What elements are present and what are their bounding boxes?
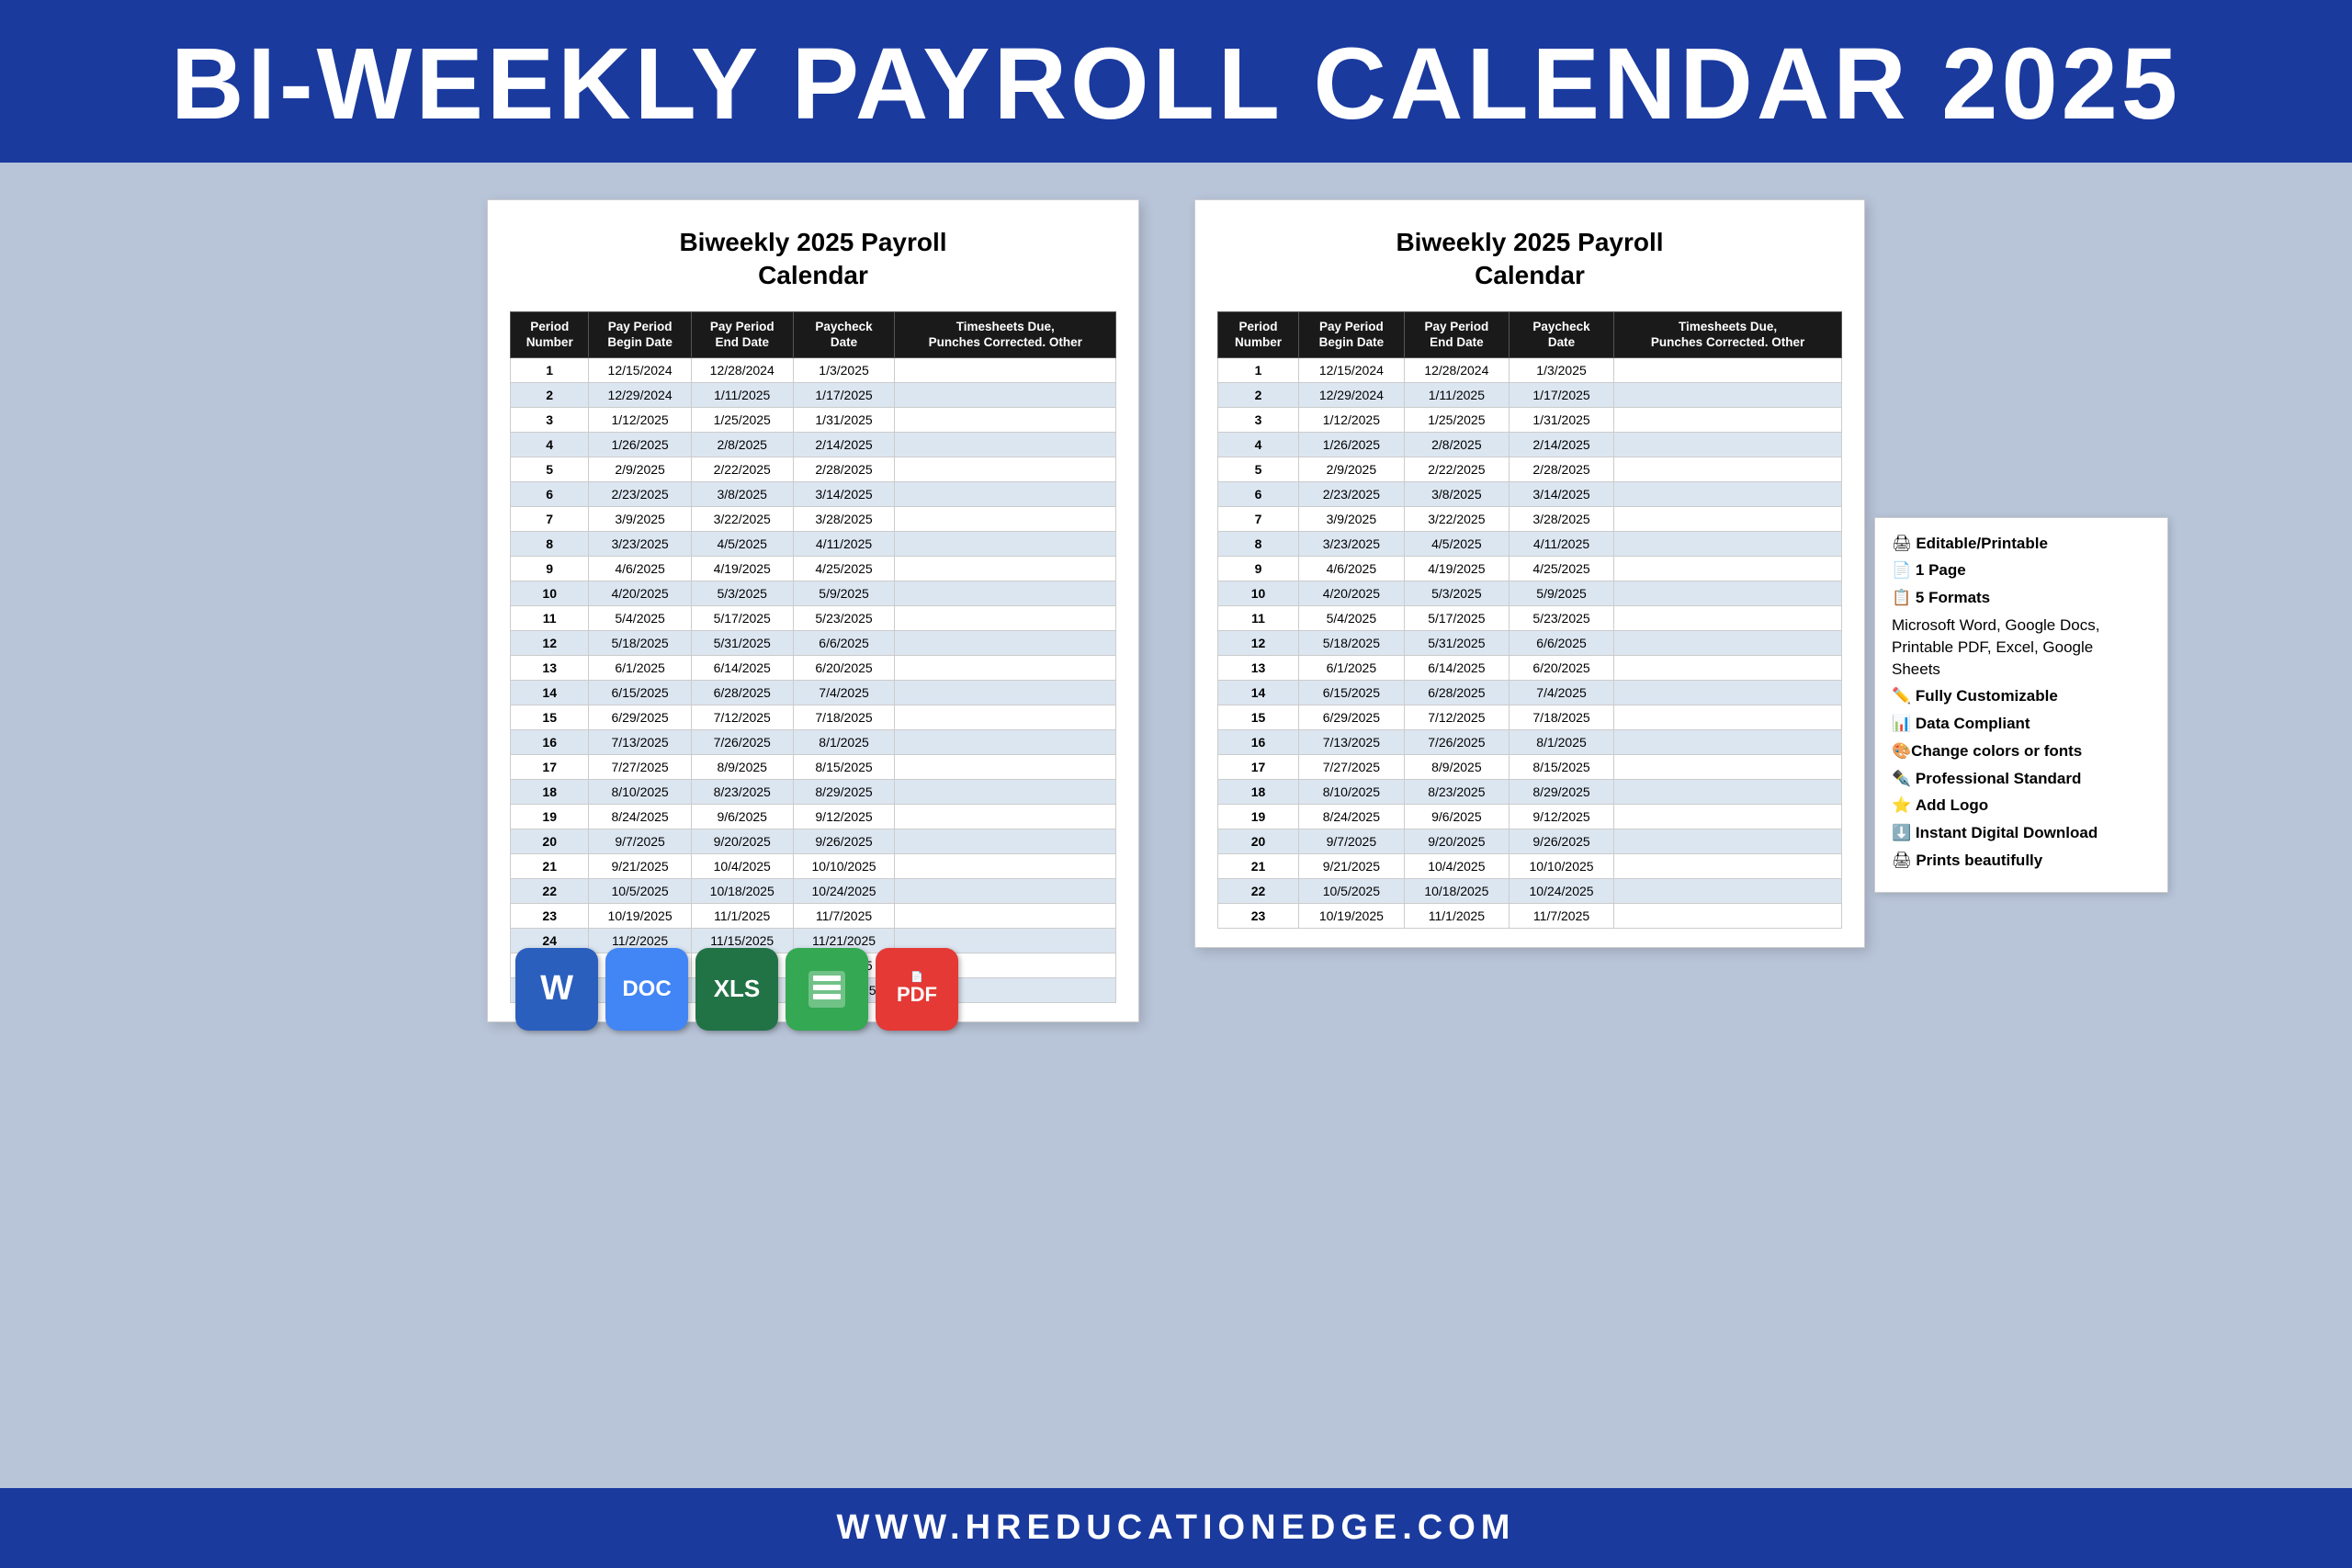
word-icon: W — [515, 948, 598, 1031]
table-row: 146/15/20256/28/20257/4/2025 — [1218, 680, 1842, 705]
calendar-1-title: Biweekly 2025 PayrollCalendar — [510, 226, 1116, 293]
payroll-table-2: PeriodNumber Pay PeriodBegin Date Pay Pe… — [1217, 311, 1842, 929]
table-row: 219/21/202510/4/202510/10/2025 — [1218, 853, 1842, 878]
table-row: 62/23/20253/8/20253/14/2025 — [511, 481, 1116, 506]
info-box: 🖨 Editable/Printable 📄 1 Page 📋 5 Format… — [1874, 517, 2168, 893]
table-row: 62/23/20253/8/20253/14/2025 — [1218, 481, 1842, 506]
table-row: 73/9/20253/22/20253/28/2025 — [1218, 506, 1842, 531]
table-row: 112/15/202412/28/20241/3/2025 — [511, 357, 1116, 382]
table-row: 212/29/20241/11/20251/17/2025 — [1218, 382, 1842, 407]
col2-paycheck: PaycheckDate — [1509, 311, 1613, 357]
payroll-table-1: PeriodNumber Pay PeriodBegin Date Pay Pe… — [510, 311, 1116, 1003]
table-row: 94/6/20254/19/20254/25/2025 — [1218, 556, 1842, 581]
table-row: 41/26/20252/8/20252/14/2025 — [511, 432, 1116, 457]
col-timesheets: Timesheets Due,Punches Corrected. Other — [895, 311, 1116, 357]
table-row: 212/29/20241/11/20251/17/2025 — [511, 382, 1116, 407]
table-row: 2210/5/202510/18/202510/24/2025 — [511, 878, 1116, 903]
format-icons: W DOC XLS 📄 PDF — [515, 948, 958, 1031]
col2-timesheets: Timesheets Due,Punches Corrected. Other — [1614, 311, 1842, 357]
table-row: 115/4/20255/17/20255/23/2025 — [511, 605, 1116, 630]
table-row: 2310/19/202511/1/202511/7/2025 — [511, 903, 1116, 928]
info-formats-detail: Microsoft Word, Google Docs,Printable PD… — [1892, 615, 2151, 680]
calendar-card-1: Biweekly 2025 PayrollCalendar PeriodNumb… — [487, 199, 1139, 1022]
table-row: 31/12/20251/25/20251/31/2025 — [511, 407, 1116, 432]
table-row: 112/15/202412/28/20241/3/2025 — [1218, 357, 1842, 382]
table-row: 177/27/20258/9/20258/15/2025 — [511, 754, 1116, 779]
info-editable: 🖨 Editable/Printable — [1892, 533, 2151, 555]
info-compliant: 📊 Data Compliant — [1892, 713, 2151, 735]
table-row: 94/6/20254/19/20254/25/2025 — [511, 556, 1116, 581]
table-row: 2310/19/202511/1/202511/7/2025 — [1218, 903, 1842, 928]
calendar-card-2: Biweekly 2025 PayrollCalendar PeriodNumb… — [1194, 199, 1865, 948]
calendar-2-title: Biweekly 2025 PayrollCalendar — [1217, 226, 1842, 293]
table-row: 219/21/202510/4/202510/10/2025 — [511, 853, 1116, 878]
table-row: 115/4/20255/17/20255/23/2025 — [1218, 605, 1842, 630]
col2-end: Pay PeriodEnd Date — [1404, 311, 1509, 357]
pdf-icon: 📄 PDF — [876, 948, 958, 1031]
table-row: 188/10/20258/23/20258/29/2025 — [1218, 779, 1842, 804]
table-row: 198/24/20259/6/20259/12/2025 — [1218, 804, 1842, 829]
table-row: 125/18/20255/31/20256/6/2025 — [511, 630, 1116, 655]
table-row: 177/27/20258/9/20258/15/2025 — [1218, 754, 1842, 779]
table-row: 167/13/20257/26/20258/1/2025 — [1218, 729, 1842, 754]
table-row: 167/13/20257/26/20258/1/2025 — [511, 729, 1116, 754]
col-paycheck: PaycheckDate — [793, 311, 895, 357]
table-row: 41/26/20252/8/20252/14/2025 — [1218, 432, 1842, 457]
info-logo: ⭐ Add Logo — [1892, 795, 2151, 817]
page-title: BI-WEEKLY PAYROLL CALENDAR 2025 — [18, 26, 2334, 142]
info-formats: 📋 5 Formats — [1892, 587, 2151, 609]
table-row: 52/9/20252/22/20252/28/2025 — [1218, 457, 1842, 481]
info-professional: ✒️ Professional Standard — [1892, 768, 2151, 790]
info-download: ⬇️ Instant Digital Download — [1892, 822, 2151, 844]
info-prints: 🖨 Prints beautifully — [1892, 850, 2151, 872]
table-row: 136/1/20256/14/20256/20/2025 — [1218, 655, 1842, 680]
col2-period: PeriodNumber — [1218, 311, 1299, 357]
sheets-icon — [786, 948, 868, 1031]
table-row: 156/29/20257/12/20257/18/2025 — [1218, 705, 1842, 729]
table-row: 125/18/20255/31/20256/6/2025 — [1218, 630, 1842, 655]
info-pages: 📄 1 Page — [1892, 559, 2151, 581]
table-row: 83/23/20254/5/20254/11/2025 — [1218, 531, 1842, 556]
footer-url: WWW.HREDUCATIONEDGE.COM — [18, 1508, 2334, 1548]
table-row: 209/7/20259/20/20259/26/2025 — [511, 829, 1116, 853]
table-row: 104/20/20255/3/20255/9/2025 — [1218, 581, 1842, 605]
col-period: PeriodNumber — [511, 311, 589, 357]
info-customizable: ✏️ Fully Customizable — [1892, 685, 2151, 707]
xls-icon: XLS — [695, 948, 778, 1031]
table-row: 136/1/20256/14/20256/20/2025 — [511, 655, 1116, 680]
table-row: 2210/5/202510/18/202510/24/2025 — [1218, 878, 1842, 903]
second-card-wrapper: Biweekly 2025 PayrollCalendar PeriodNumb… — [1194, 199, 1865, 948]
main-content: Biweekly 2025 PayrollCalendar PeriodNumb… — [0, 163, 2352, 1488]
col-end: Pay PeriodEnd Date — [691, 311, 793, 357]
table-row: 73/9/20253/22/20253/28/2025 — [511, 506, 1116, 531]
table-row: 198/24/20259/6/20259/12/2025 — [511, 804, 1116, 829]
table-row: 83/23/20254/5/20254/11/2025 — [511, 531, 1116, 556]
table-row: 31/12/20251/25/20251/31/2025 — [1218, 407, 1842, 432]
table-row: 209/7/20259/20/20259/26/2025 — [1218, 829, 1842, 853]
table-row: 104/20/20255/3/20255/9/2025 — [511, 581, 1116, 605]
info-colors: 🎨Change colors or fonts — [1892, 740, 2151, 762]
table-row: 52/9/20252/22/20252/28/2025 — [511, 457, 1116, 481]
table-row: 156/29/20257/12/20257/18/2025 — [511, 705, 1116, 729]
col2-begin: Pay PeriodBegin Date — [1298, 311, 1404, 357]
table-row: 146/15/20256/28/20257/4/2025 — [511, 680, 1116, 705]
col-begin: Pay PeriodBegin Date — [589, 311, 691, 357]
page-header: BI-WEEKLY PAYROLL CALENDAR 2025 — [0, 0, 2352, 163]
table-row: 188/10/20258/23/20258/29/2025 — [511, 779, 1116, 804]
doc-icon: DOC — [605, 948, 688, 1031]
page-footer: WWW.HREDUCATIONEDGE.COM — [0, 1488, 2352, 1568]
